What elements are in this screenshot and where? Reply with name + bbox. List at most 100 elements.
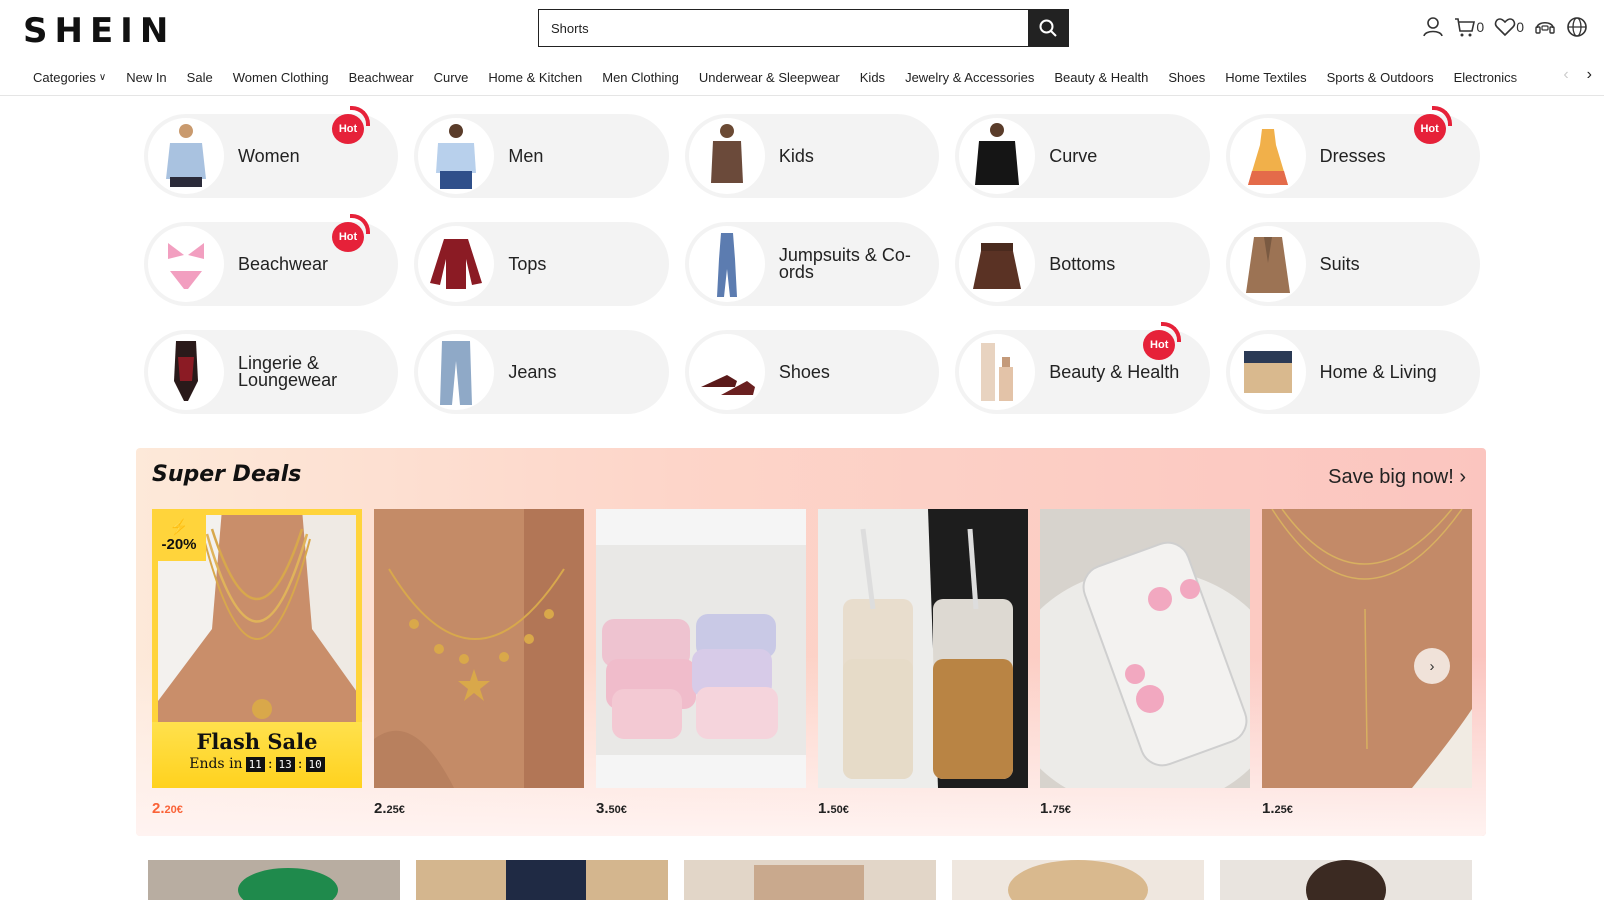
cosmetic-bags-image [596, 509, 806, 788]
category-label: Beauty & Health [1049, 361, 1180, 382]
category-label: Suits [1319, 253, 1360, 274]
countdown-seconds: 10 [305, 756, 325, 772]
price-main: 2. [374, 800, 387, 817]
shein-logo[interactable]: SHEIN [23, 11, 175, 51]
nav-item[interactable]: Shoes [1168, 69, 1205, 87]
header-actions: 0 0 [1422, 16, 1588, 38]
deal-product-flash[interactable]: ⚡ -20% Flash Sale Ends in 11: 13: 10 2.2… [152, 509, 362, 817]
chevron-down-icon: ∨ [98, 72, 107, 83]
nav-item[interactable]: Jewelry & Accessories [905, 69, 1034, 87]
category-image [1229, 334, 1306, 410]
charm-necklace-image [374, 509, 584, 788]
recommendation-card[interactable] [416, 860, 668, 900]
deal-product[interactable]: 2.25€ [374, 509, 584, 817]
price-cents: 50€ [830, 804, 849, 816]
nav-item[interactable]: Sale [187, 69, 213, 87]
deal-product[interactable]: 3.50€ [596, 509, 806, 817]
nav-item[interactable]: Home Textiles [1225, 69, 1306, 87]
recommendation-card[interactable] [952, 860, 1204, 900]
category-pill[interactable]: Beauty & Health Hot [955, 322, 1210, 414]
nav-item-label: Jewelry & Accessories [905, 70, 1035, 85]
nav-item[interactable]: Beachwear [349, 69, 414, 87]
category-pill[interactable]: Lingerie & Loungewear [144, 330, 399, 414]
recommendation-card[interactable] [1220, 860, 1472, 900]
product-price: 2.25€ [374, 800, 584, 817]
nav-item[interactable]: Men Clothing [602, 69, 679, 87]
price-cents: 50€ [608, 804, 627, 816]
product-image [596, 509, 806, 788]
globe-icon [1567, 17, 1587, 37]
lightning-icon: ⚡ [169, 518, 189, 536]
heart-icon [1494, 18, 1516, 37]
cart-button[interactable]: 0 [1454, 16, 1484, 38]
deal-product[interactable]: 1.50€ [818, 509, 1028, 817]
category-pill[interactable]: Shoes [684, 330, 940, 414]
category-image [1229, 226, 1306, 302]
nav-item[interactable]: Curve [434, 69, 469, 87]
category-row: Lingerie & Loungewear Jeans Shoes Beauty & … [144, 322, 1481, 414]
nav-item[interactable]: Sports & Outdoors [1327, 69, 1434, 87]
nav-item[interactable]: Home & Kitchen [488, 69, 582, 87]
super-deals-logo[interactable]: Super Deals [152, 462, 301, 487]
recommendation-card[interactable] [684, 860, 936, 900]
category-pill[interactable]: Home & Living [1225, 330, 1481, 414]
product-price: 2.20€ [152, 800, 362, 817]
product-price: 1.25€ [1262, 800, 1472, 817]
search-bar [538, 9, 1069, 47]
nav-item[interactable]: Beauty & Health [1054, 69, 1148, 87]
category-image [148, 226, 224, 302]
category-label: Home & Living [1319, 361, 1437, 382]
nav-item[interactable]: Underwear & Sleepwear [699, 69, 840, 87]
carousel-next-button[interactable]: › [1414, 648, 1450, 684]
wishlist-button[interactable]: 0 [1494, 17, 1524, 37]
category-image [959, 334, 1036, 410]
nav-item-label: Underwear & Sleepwear [698, 70, 840, 85]
category-image [959, 226, 1036, 302]
category-pill[interactable]: Jeans [414, 330, 669, 414]
category-row: Beachwear Hot Tops Jumpsuits & Co-ords Botto… [144, 214, 1481, 306]
save-big-link[interactable]: Save big now! › [1328, 466, 1466, 489]
category-label: Jeans [508, 361, 557, 382]
category-pill[interactable]: Beachwear Hot [144, 214, 399, 306]
cart-icon [1455, 18, 1476, 37]
nav-item-label: New In [126, 70, 167, 85]
search-button[interactable] [1028, 10, 1068, 46]
deal-product[interactable]: 1.75€ [1040, 509, 1250, 817]
category-image [418, 118, 495, 194]
category-pill[interactable]: Curve [955, 114, 1210, 198]
category-pill[interactable]: Bottoms [955, 222, 1210, 306]
nav-item[interactable]: Electronics [1454, 69, 1518, 87]
category-image [418, 334, 495, 410]
search-input[interactable] [539, 10, 1028, 46]
recommendation-card[interactable] [148, 860, 400, 900]
category-pill[interactable]: Men [414, 114, 669, 198]
nav-next-button[interactable]: › [1587, 66, 1592, 84]
hot-badge-label: Hot [1143, 330, 1176, 360]
category-label: Kids [778, 145, 814, 166]
category-pill[interactable]: Dresses Hot [1225, 106, 1481, 198]
language-button[interactable] [1566, 16, 1588, 38]
category-label: Women [238, 145, 300, 166]
price-main: 1. [1262, 800, 1275, 817]
nav-item-label: Sports & Outdoors [1326, 70, 1434, 85]
category-pill[interactable]: Suits [1225, 222, 1481, 306]
category-pill[interactable]: Tops [414, 222, 669, 306]
category-pill[interactable]: Kids [684, 114, 940, 198]
category-image [688, 118, 765, 194]
nav-item[interactable]: New In [126, 69, 166, 87]
flash-discount: -20% [161, 535, 197, 553]
nav-item[interactable]: Kids [860, 69, 885, 87]
headset-icon [1535, 21, 1555, 34]
category-image [418, 226, 495, 302]
nav-prev-button[interactable]: ‹ [1563, 66, 1568, 84]
nav-item-label: Home & Kitchen [488, 70, 583, 85]
nav-item[interactable]: Women Clothing [233, 69, 329, 87]
account-button[interactable] [1422, 16, 1444, 38]
categories-dropdown[interactable]: Categories ∨ [33, 69, 106, 87]
nav-item-label: Women Clothing [232, 70, 329, 85]
support-button[interactable] [1534, 16, 1556, 38]
hot-badge: Hot [1141, 322, 1182, 362]
category-label: Men [508, 145, 544, 166]
category-pill[interactable]: Jumpsuits & Co-ords [684, 222, 940, 306]
category-pill[interactable]: Women Hot [144, 106, 399, 198]
